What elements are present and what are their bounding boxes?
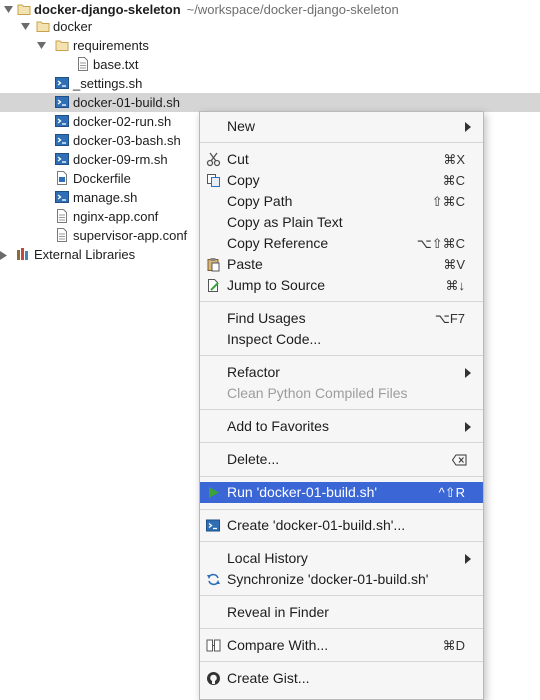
scissors-icon: [206, 152, 221, 167]
tree-label: requirements: [73, 38, 149, 53]
tree-label: External Libraries: [34, 247, 136, 262]
menu-separator: [200, 476, 483, 477]
context-menu: New Cut ⌘X Copy ⌘C Copy Path ⇧⌘C Copy as…: [199, 111, 484, 700]
clipboard-icon: [206, 257, 221, 272]
sync-icon: [206, 572, 221, 587]
tree-row-docker[interactable]: docker: [0, 17, 540, 36]
menu-item-run[interactable]: Run 'docker-01-build.sh' ^⇧R: [200, 482, 483, 503]
menu-separator: [200, 442, 483, 443]
menu-item-copy-plain-text[interactable]: Copy as Plain Text: [200, 212, 483, 233]
menu-item-copy-path[interactable]: Copy Path ⇧⌘C: [200, 191, 483, 212]
menu-separator: [200, 142, 483, 143]
collapse-arrow-icon[interactable]: [0, 245, 10, 264]
shell-script-icon: [55, 114, 69, 128]
menu-item-create-gist[interactable]: Create Gist...: [200, 668, 483, 689]
tree-label: Dockerfile: [73, 171, 131, 186]
copy-icon: [206, 173, 221, 188]
tree-label: _settings.sh: [73, 76, 143, 91]
tree-label: base.txt: [93, 57, 139, 72]
github-icon: [206, 671, 221, 686]
text-file-icon: [76, 57, 90, 71]
folder-icon: [36, 19, 50, 33]
menu-separator: [200, 509, 483, 510]
menu-item-cut[interactable]: Cut ⌘X: [200, 149, 483, 170]
menu-separator: [200, 301, 483, 302]
menu-item-delete[interactable]: Delete...: [200, 449, 483, 470]
project-name: docker-django-skeleton: [34, 2, 181, 17]
submenu-arrow-icon: [465, 368, 471, 378]
menu-separator: [200, 355, 483, 356]
menu-separator: [200, 661, 483, 662]
shell-script-icon: [206, 518, 221, 533]
text-file-icon: [55, 209, 69, 223]
compare-icon: [206, 638, 221, 653]
menu-item-reveal-in-finder[interactable]: Reveal in Finder: [200, 602, 483, 623]
tree-label: supervisor-app.conf: [73, 228, 188, 243]
shell-script-icon: [55, 152, 69, 166]
submenu-arrow-icon: [465, 122, 471, 132]
menu-item-inspect-code[interactable]: Inspect Code...: [200, 329, 483, 350]
project-path: ~/workspace/docker-django-skeleton: [186, 2, 399, 17]
menu-item-synchronize[interactable]: Synchronize 'docker-01-build.sh': [200, 569, 483, 590]
tree-label: nginx-app.conf: [73, 209, 159, 224]
shell-script-icon: [55, 76, 69, 90]
tree-label: manage.sh: [73, 190, 138, 205]
menu-item-create-run-config[interactable]: Create 'docker-01-build.sh'...: [200, 515, 483, 536]
folder-icon: [55, 38, 69, 52]
menu-item-copy[interactable]: Copy ⌘C: [200, 170, 483, 191]
submenu-arrow-icon: [465, 422, 471, 432]
menu-separator: [200, 541, 483, 542]
menu-separator: [200, 409, 483, 410]
menu-item-find-usages[interactable]: Find Usages ⌥F7: [200, 308, 483, 329]
shell-script-icon: [55, 190, 69, 204]
submenu-arrow-icon: [465, 554, 471, 564]
library-icon: [16, 247, 30, 261]
dockerfile-icon: [55, 171, 69, 185]
tree-row-build-sh[interactable]: docker-01-build.sh: [0, 93, 540, 112]
tree-row-requirements[interactable]: requirements: [0, 36, 540, 55]
tree-label: docker-09-rm.sh: [73, 152, 168, 167]
run-icon: [206, 485, 221, 500]
menu-separator: [200, 628, 483, 629]
menu-item-refactor[interactable]: Refactor: [200, 362, 483, 383]
menu-item-paste[interactable]: Paste ⌘V: [200, 254, 483, 275]
tree-label: docker: [53, 19, 93, 34]
menu-item-local-history[interactable]: Local History: [200, 548, 483, 569]
folder-icon: [17, 2, 31, 16]
menu-item-jump-to-source[interactable]: Jump to Source ⌘↓: [200, 275, 483, 296]
menu-separator: [200, 595, 483, 596]
text-file-icon: [55, 228, 69, 242]
tree-row-settings-sh[interactable]: _settings.sh: [0, 74, 540, 93]
edit-source-icon: [206, 278, 221, 293]
tree-label: docker-01-build.sh: [73, 95, 180, 110]
tree-row-base-txt[interactable]: base.txt: [0, 55, 540, 74]
expand-arrow-icon[interactable]: [37, 36, 47, 55]
menu-item-compare-with[interactable]: Compare With... ⌘D: [200, 635, 483, 656]
menu-item-new[interactable]: New: [200, 116, 483, 137]
shell-script-icon: [55, 133, 69, 147]
shell-script-icon: [55, 95, 69, 109]
menu-item-copy-reference[interactable]: Copy Reference ⌥⇧⌘C: [200, 233, 483, 254]
tree-label: docker-02-run.sh: [73, 114, 172, 129]
delete-key-icon: [451, 449, 467, 472]
menu-item-add-to-favorites[interactable]: Add to Favorites: [200, 416, 483, 437]
expand-arrow-icon[interactable]: [21, 17, 31, 36]
tree-label: docker-03-bash.sh: [73, 133, 181, 148]
menu-item-clean-python: Clean Python Compiled Files: [227, 385, 408, 401]
